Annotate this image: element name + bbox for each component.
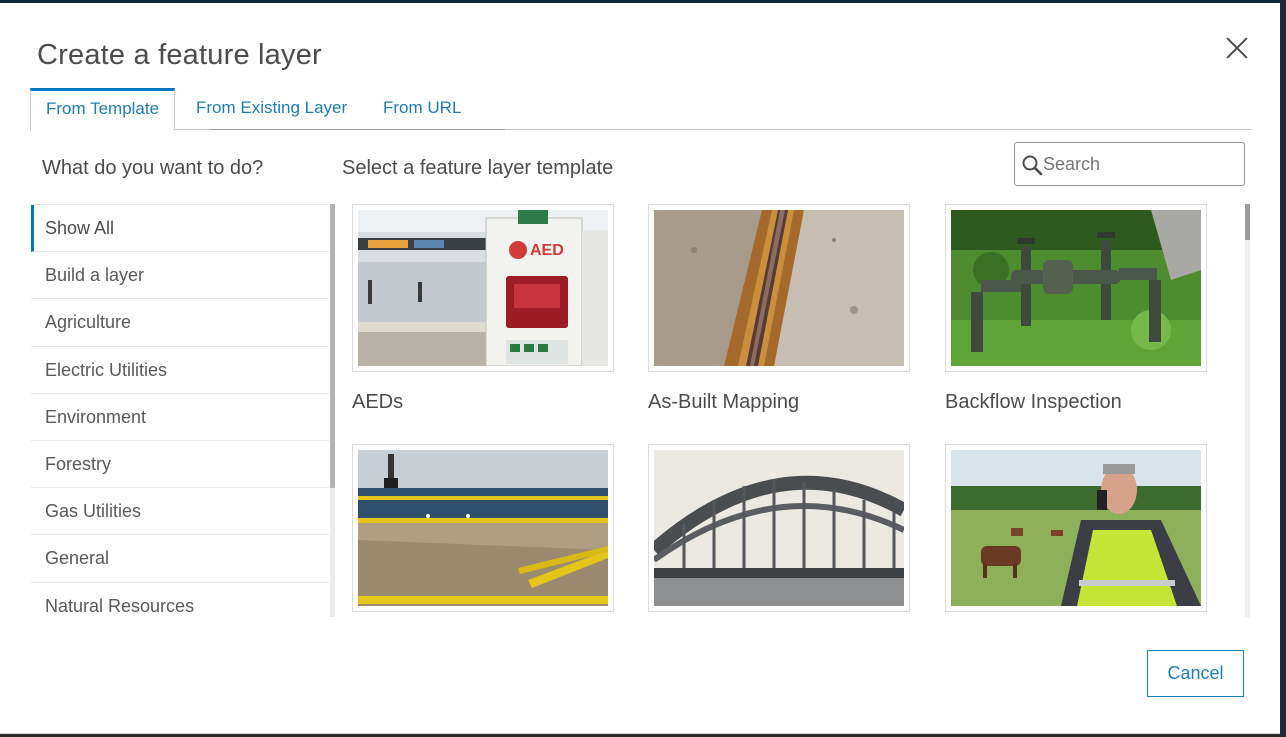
template-thumbnail xyxy=(648,204,910,372)
close-icon[interactable] xyxy=(1222,33,1252,63)
template-card-bridge[interactable] xyxy=(648,444,910,617)
category-scrollbar-thumb[interactable] xyxy=(330,204,335,488)
field-worker-cattle-photo xyxy=(951,450,1201,606)
template-scrollbar-track[interactable] xyxy=(1245,204,1250,617)
search-box[interactable] xyxy=(1014,142,1245,186)
category-item-electric-utilities[interactable]: Electric Utilities xyxy=(31,347,329,394)
template-thumbnail xyxy=(945,444,1207,612)
aed-station-photo: AED xyxy=(358,210,608,366)
search-input[interactable] xyxy=(1043,145,1239,183)
template-heading: Select a feature layer template xyxy=(342,157,614,179)
cancel-button[interactable]: Cancel xyxy=(1147,650,1244,697)
template-thumbnail xyxy=(352,444,614,612)
category-item-general[interactable]: General xyxy=(31,535,329,583)
tab-from-url[interactable]: From URL xyxy=(368,88,476,130)
pipe-trench-photo xyxy=(654,210,904,366)
template-card-oil-boom[interactable] xyxy=(352,444,614,617)
search-icon xyxy=(1022,155,1043,176)
window-right-strip xyxy=(1280,0,1286,737)
template-label: As-Built Mapping xyxy=(648,391,800,413)
category-item-show-all[interactable]: Show All xyxy=(31,205,329,253)
template-card-as-built-mapping[interactable]: As-Built Mapping xyxy=(648,204,910,414)
tab-bar: From Template From Existing Layer From U… xyxy=(30,88,1251,131)
oil-boom-beach-photo xyxy=(358,450,608,606)
create-feature-layer-dialog: Create a feature layer From Template Fro… xyxy=(0,3,1280,734)
category-item-agriculture[interactable]: Agriculture xyxy=(31,299,329,347)
template-card-aeds[interactable]: AED AEDs xyxy=(352,204,614,414)
dialog-title: Create a feature layer xyxy=(37,39,322,71)
aed-sign-text: AED xyxy=(530,242,564,259)
category-item-environment[interactable]: Environment xyxy=(31,394,329,441)
category-heading: What do you want to do? xyxy=(42,157,264,179)
category-item-build-a-layer[interactable]: Build a layer xyxy=(31,252,329,300)
template-thumbnail xyxy=(945,204,1207,372)
template-label: AEDs xyxy=(352,391,404,413)
template-thumbnail: AED xyxy=(352,204,614,372)
category-list: Show All Build a layer Agriculture Elect… xyxy=(31,204,329,617)
template-card-field-worker[interactable] xyxy=(945,444,1207,617)
template-scrollbar-thumb[interactable] xyxy=(1245,204,1250,240)
template-card-backflow-inspection[interactable]: Backflow Inspection xyxy=(945,204,1207,414)
tab-from-template[interactable]: From Template xyxy=(30,88,176,131)
tab-from-existing-layer[interactable]: From Existing Layer xyxy=(181,88,362,130)
template-label: Backflow Inspection xyxy=(945,391,1122,413)
arch-bridge-photo xyxy=(654,450,904,606)
template-grid: AED AEDs As-Built Mapping Backflow Inspe… xyxy=(352,204,1232,617)
category-item-gas-utilities[interactable]: Gas Utilities xyxy=(31,488,329,536)
category-item-natural-resources[interactable]: Natural Resources xyxy=(31,583,329,618)
template-thumbnail xyxy=(648,444,910,612)
category-item-forestry[interactable]: Forestry xyxy=(31,441,329,489)
backflow-valve-photo xyxy=(951,210,1201,366)
tab-underline xyxy=(210,129,505,130)
